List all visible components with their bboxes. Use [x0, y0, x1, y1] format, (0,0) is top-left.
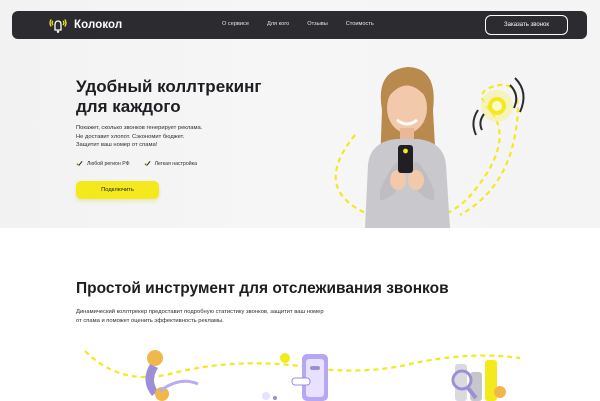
hero-desc-line: Защитит ваш номер от спама!	[76, 142, 158, 149]
feature-item: Любой регион РФ	[76, 160, 130, 167]
chart-magnifier-icon	[451, 360, 506, 401]
bell-logo-icon	[49, 19, 67, 33]
features-illustration	[84, 350, 521, 401]
check-icon	[76, 161, 83, 167]
hero-desc-line: Покажет, сколько звонков генерирует рекл…	[76, 125, 203, 131]
phone-handset-icon	[145, 350, 199, 401]
connect-button[interactable]: Подключить	[76, 181, 159, 199]
logo[interactable]: Колокол	[48, 15, 122, 35]
nav-item-for-whom[interactable]: Для кого	[267, 21, 289, 27]
main-nav: О сервисе Для кого Отзывы Стоимость	[222, 21, 392, 27]
hero-title-line: для каждого	[76, 97, 181, 116]
logo-text: Колокол	[74, 19, 123, 31]
site-header: Колокол О сервисе Для кого Отзывы Стоимо…	[12, 11, 587, 39]
section-desc-line: от спама и поможет оценить эффективность…	[76, 318, 224, 324]
hero-desc-line: Не доставит хлопот. Сэкономит бюджет.	[76, 133, 185, 140]
smartphone-chat-icon	[262, 353, 328, 401]
feature-label: Легкая настройка	[154, 160, 197, 167]
check-icon	[144, 161, 151, 167]
section-desc-line: Динамический коллтрекер предоставит подр…	[76, 309, 324, 315]
nav-item-about[interactable]: О сервисе	[222, 21, 249, 27]
section-description: Динамический коллтрекер предоставит подр…	[76, 308, 366, 326]
section-title: Простой инструмент для отслеживания звон…	[76, 280, 449, 297]
feature-list: Любой регион РФ Легкая настройка	[76, 160, 197, 167]
nav-item-pricing[interactable]: Стоимость	[346, 21, 374, 27]
order-call-button[interactable]: Заказать звонок	[485, 15, 568, 35]
hero-illustration	[334, 67, 525, 228]
hero-title-line: Удобный коллтрекинг	[76, 77, 262, 96]
feature-label: Любой регион РФ	[87, 160, 130, 167]
hero-description: Покажет, сколько звонков генерирует рекл…	[76, 124, 256, 150]
hero-title: Удобный коллтрекинг для каждого	[76, 77, 316, 117]
nav-item-reviews[interactable]: Отзывы	[307, 21, 328, 27]
feature-item: Легкая настройка	[144, 160, 197, 167]
